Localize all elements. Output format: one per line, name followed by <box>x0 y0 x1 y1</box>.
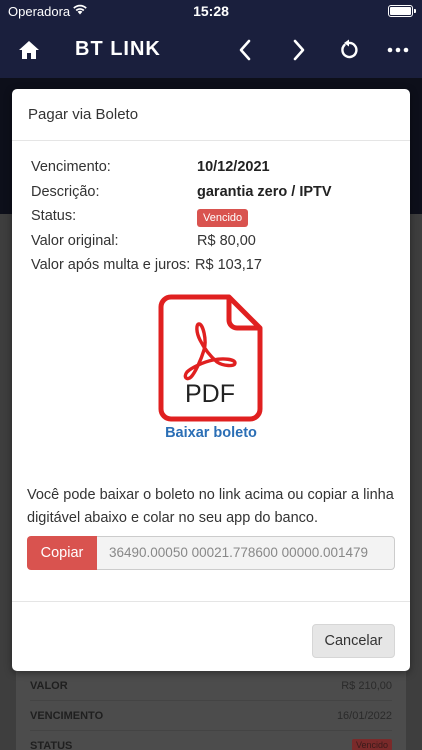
detail-row-descricao: Descrição: garantia zero / IPTV <box>31 184 401 209</box>
detail-label: Vencimento: <box>31 159 111 175</box>
modal-title: Pagar via Boleto <box>28 106 139 123</box>
detail-label: Valor original: <box>31 232 119 249</box>
refresh-icon[interactable] <box>335 36 363 64</box>
bg-row-label: VALOR <box>30 680 68 692</box>
barcode-line-field[interactable]: 36490.00050 00021.778600 00000.001479 <box>97 536 395 570</box>
status-badge: Vencido <box>351 739 392 750</box>
detail-value: R$ 80,00 <box>197 232 256 249</box>
bg-row-label: STATUS <box>30 740 73 750</box>
detail-value: garantia zero / IPTV <box>197 183 332 200</box>
clock: 15:28 <box>193 3 229 19</box>
detail-row-status: Status: Vencido <box>31 208 401 233</box>
pdf-icon[interactable]: PDF <box>157 294 263 422</box>
home-icon[interactable] <box>15 36 43 64</box>
status-badge: Vencido <box>197 209 249 227</box>
detail-value: R$ 103,17 <box>195 257 262 273</box>
bg-row-status: STATUS Vencido <box>30 739 392 750</box>
bg-row-valor: VALOR R$ 210,00 <box>30 680 392 692</box>
app-bar: BT LINK <box>0 22 422 78</box>
copy-group: Copiar 36490.00050 00021.778600 00000.00… <box>27 536 395 570</box>
detail-label: Valor após multa e juros: <box>31 257 191 273</box>
chevron-left-icon[interactable] <box>231 36 259 64</box>
detail-row-valor-apos-multa: Valor após multa e juros: R$ 103,17 <box>31 257 401 282</box>
bg-row-vencimento: VENCIMENTO 16/01/2022 <box>30 710 392 722</box>
battery-icon <box>388 5 416 17</box>
chevron-right-icon[interactable] <box>285 36 313 64</box>
status-bar: Operadora 15:28 <box>0 0 422 22</box>
modal-footer: Cancelar <box>12 601 410 671</box>
pdf-label: PDF <box>185 380 235 408</box>
detail-label: Status: <box>31 208 77 224</box>
bg-row-value: 16/01/2022 <box>336 710 392 722</box>
detail-label: Descrição: <box>31 183 100 200</box>
modal-header: Pagar via Boleto <box>12 89 410 141</box>
copy-button[interactable]: Copiar <box>27 536 97 570</box>
download-boleto-link[interactable]: Baixar boleto <box>12 425 410 441</box>
divider <box>30 730 392 731</box>
bg-row-label: VENCIMENTO <box>30 710 104 722</box>
boleto-modal: Pagar via Boleto Vencimento: 10/12/2021 … <box>12 89 410 671</box>
bg-row-value: R$ 210,00 <box>341 680 392 692</box>
detail-value: 10/12/2021 <box>197 159 270 175</box>
app-title: BT LINK <box>75 38 161 60</box>
more-icon[interactable] <box>384 36 412 64</box>
help-text: Você pode baixar o boleto no link acima … <box>27 487 394 526</box>
divider <box>30 700 392 701</box>
cancel-button[interactable]: Cancelar <box>312 624 395 658</box>
details-list: Vencimento: 10/12/2021 Descrição: garant… <box>31 159 401 282</box>
invoice-card: VALOR R$ 210,00 VENCIMENTO 16/01/2022 ST… <box>16 670 406 750</box>
detail-row-vencimento: Vencimento: 10/12/2021 <box>31 159 401 184</box>
detail-row-valor-original: Valor original: R$ 80,00 <box>31 233 401 258</box>
